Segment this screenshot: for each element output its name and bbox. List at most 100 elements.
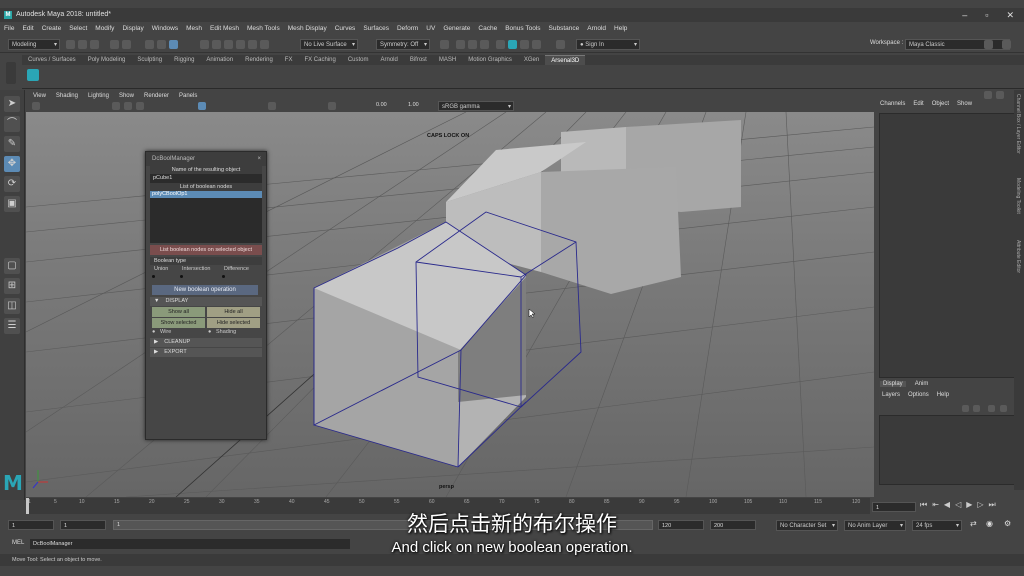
new-boolean-button[interactable]: New boolean operation — [152, 285, 258, 295]
menu-item[interactable]: Cache — [474, 22, 501, 35]
scale-tool-icon[interactable]: ▣ — [4, 196, 20, 212]
four-view-icon[interactable]: ⊞ — [4, 278, 20, 294]
light-editor-icon[interactable] — [532, 40, 541, 49]
boolean-node-list[interactable]: polyCBoolOp1 — [150, 191, 262, 243]
menu-item[interactable]: UV — [422, 22, 439, 35]
snap-point-icon[interactable] — [224, 40, 233, 49]
menu-item[interactable]: Mesh Tools — [243, 22, 284, 35]
viewport-menu-item[interactable]: Lighting — [83, 91, 114, 101]
shelf-tab[interactable]: Animation — [200, 55, 239, 65]
intersection-radio[interactable] — [180, 275, 183, 278]
color-space-dropdown[interactable]: sRGB gamma — [438, 101, 514, 112]
smooth-shade-icon[interactable] — [136, 102, 144, 110]
shelf-tab[interactable]: Bifrost — [404, 55, 433, 65]
layer-menu-item[interactable]: Options — [908, 392, 929, 398]
cleanup-section[interactable]: ▶ CLEANUP — [150, 338, 262, 347]
side-tab[interactable]: Modeling Toolkit — [1015, 178, 1021, 214]
show-selected-button[interactable]: Show selected — [152, 318, 205, 328]
select-component-icon[interactable] — [169, 40, 178, 49]
lasso-tool-icon[interactable]: ⌒ — [4, 116, 20, 132]
snap-grid-icon[interactable] — [200, 40, 209, 49]
camera-icon[interactable] — [32, 102, 40, 110]
select-tool-icon[interactable]: ➤ — [4, 96, 20, 112]
close-icon[interactable]: ✕ — [1006, 8, 1014, 22]
wireframe-icon[interactable] — [124, 102, 132, 110]
menu-item[interactable]: Edit — [18, 22, 37, 35]
layer-editor-area[interactable] — [879, 415, 1016, 485]
grid-icon[interactable] — [112, 102, 120, 110]
render-settings-icon[interactable] — [480, 40, 489, 49]
layer-up-icon[interactable] — [962, 405, 969, 412]
shaded-icon[interactable] — [198, 102, 206, 110]
menu-item[interactable]: Arnold — [583, 22, 610, 35]
menu-item[interactable]: Mesh Display — [284, 22, 331, 35]
menu-item[interactable]: Generate — [439, 22, 474, 35]
layout-icon[interactable] — [984, 40, 993, 49]
new-layer-icon[interactable] — [988, 405, 995, 412]
redo-icon[interactable] — [122, 40, 131, 49]
channel-menu-item[interactable]: Edit — [913, 101, 923, 107]
channel-menu-item[interactable]: Show — [957, 101, 972, 107]
live-surface-dropdown[interactable]: No Live Surface — [300, 39, 358, 51]
side-by-side-icon[interactable]: ◫ — [4, 298, 20, 314]
viewport-menu-item[interactable]: Panels — [174, 91, 202, 101]
shelf-options-icon[interactable] — [6, 62, 16, 84]
list-item[interactable]: polyCBoolOp1 — [150, 191, 262, 198]
menu-item[interactable]: Windows — [148, 22, 182, 35]
shelf-tab[interactable]: Sculpting — [131, 55, 168, 65]
shelf-tab[interactable]: Curves / Surfaces — [22, 55, 82, 65]
list-selected-button[interactable]: List boolean nodes on selected object — [150, 245, 262, 255]
gamma-field[interactable]: 1.00 — [408, 102, 419, 108]
hide-all-button[interactable]: Hide all — [207, 307, 260, 317]
single-view-icon[interactable]: ▢ — [4, 258, 20, 274]
arnold-icon[interactable] — [520, 40, 529, 49]
select-object-icon[interactable] — [157, 40, 166, 49]
outliner-view-icon[interactable]: ☰ — [4, 318, 20, 334]
side-tab[interactable]: Channel Box / Layer Editor — [1015, 94, 1021, 154]
isolate-icon[interactable] — [328, 102, 336, 110]
hide-selected-button[interactable]: Hide selected — [207, 318, 260, 328]
menu-item[interactable]: Mesh — [182, 22, 206, 35]
open-scene-icon[interactable] — [78, 40, 87, 49]
shelf-tab[interactable]: Poly Modeling — [82, 55, 132, 65]
shading-radio[interactable]: ● — [208, 329, 211, 335]
layer-menu-item[interactable]: Help — [937, 392, 949, 398]
render-view-icon[interactable] — [508, 40, 517, 49]
wire-radio[interactable]: ● — [152, 329, 155, 335]
light-icon[interactable] — [268, 102, 276, 110]
layer-down-icon[interactable] — [973, 405, 980, 412]
menu-item[interactable]: Create — [38, 22, 66, 35]
menu-item[interactable]: Substance — [545, 22, 584, 35]
new-scene-icon[interactable] — [66, 40, 75, 49]
sign-in-dropdown[interactable]: ● Sign In — [576, 39, 640, 51]
paint-select-icon[interactable]: ✎ — [4, 136, 20, 152]
hypershade-icon[interactable] — [496, 40, 505, 49]
panel-icon[interactable] — [1002, 40, 1011, 49]
channel-icon[interactable] — [996, 91, 1004, 99]
save-scene-icon[interactable] — [90, 40, 99, 49]
shelf-tab[interactable]: Custom — [342, 55, 375, 65]
menu-item[interactable]: Bonus Tools — [501, 22, 544, 35]
channel-menu-item[interactable]: Channels — [880, 101, 905, 107]
ipr-render-icon[interactable] — [468, 40, 477, 49]
snap-live-icon[interactable] — [260, 40, 269, 49]
menu-item[interactable]: Deform — [393, 22, 422, 35]
display-section[interactable]: ▼ DISPLAY — [150, 297, 262, 306]
exposure-field[interactable]: 0.00 — [376, 102, 387, 108]
rotate-tool-icon[interactable]: ⟳ — [4, 176, 20, 192]
export-section[interactable]: ▶ EXPORT — [150, 348, 262, 357]
move-tool-icon[interactable]: ✥ — [4, 156, 20, 172]
channel-icon[interactable] — [984, 91, 992, 99]
menu-item[interactable]: Curves — [331, 22, 360, 35]
channel-box-area[interactable] — [879, 113, 1016, 378]
shelf-tab[interactable]: Arnold — [375, 55, 404, 65]
menu-set-dropdown[interactable]: Modeling — [8, 39, 60, 51]
menu-item[interactable]: Surfaces — [359, 22, 393, 35]
workspace-dropdown[interactable]: Maya Classic — [905, 39, 1010, 51]
shelf-tab[interactable]: Rendering — [239, 55, 279, 65]
new-layer-selected-icon[interactable] — [1000, 405, 1007, 412]
channel-menu-item[interactable]: Object — [932, 101, 949, 107]
viewport-menu-item[interactable]: Renderer — [139, 91, 174, 101]
menu-item[interactable]: Modify — [91, 22, 118, 35]
difference-radio[interactable] — [222, 275, 225, 278]
